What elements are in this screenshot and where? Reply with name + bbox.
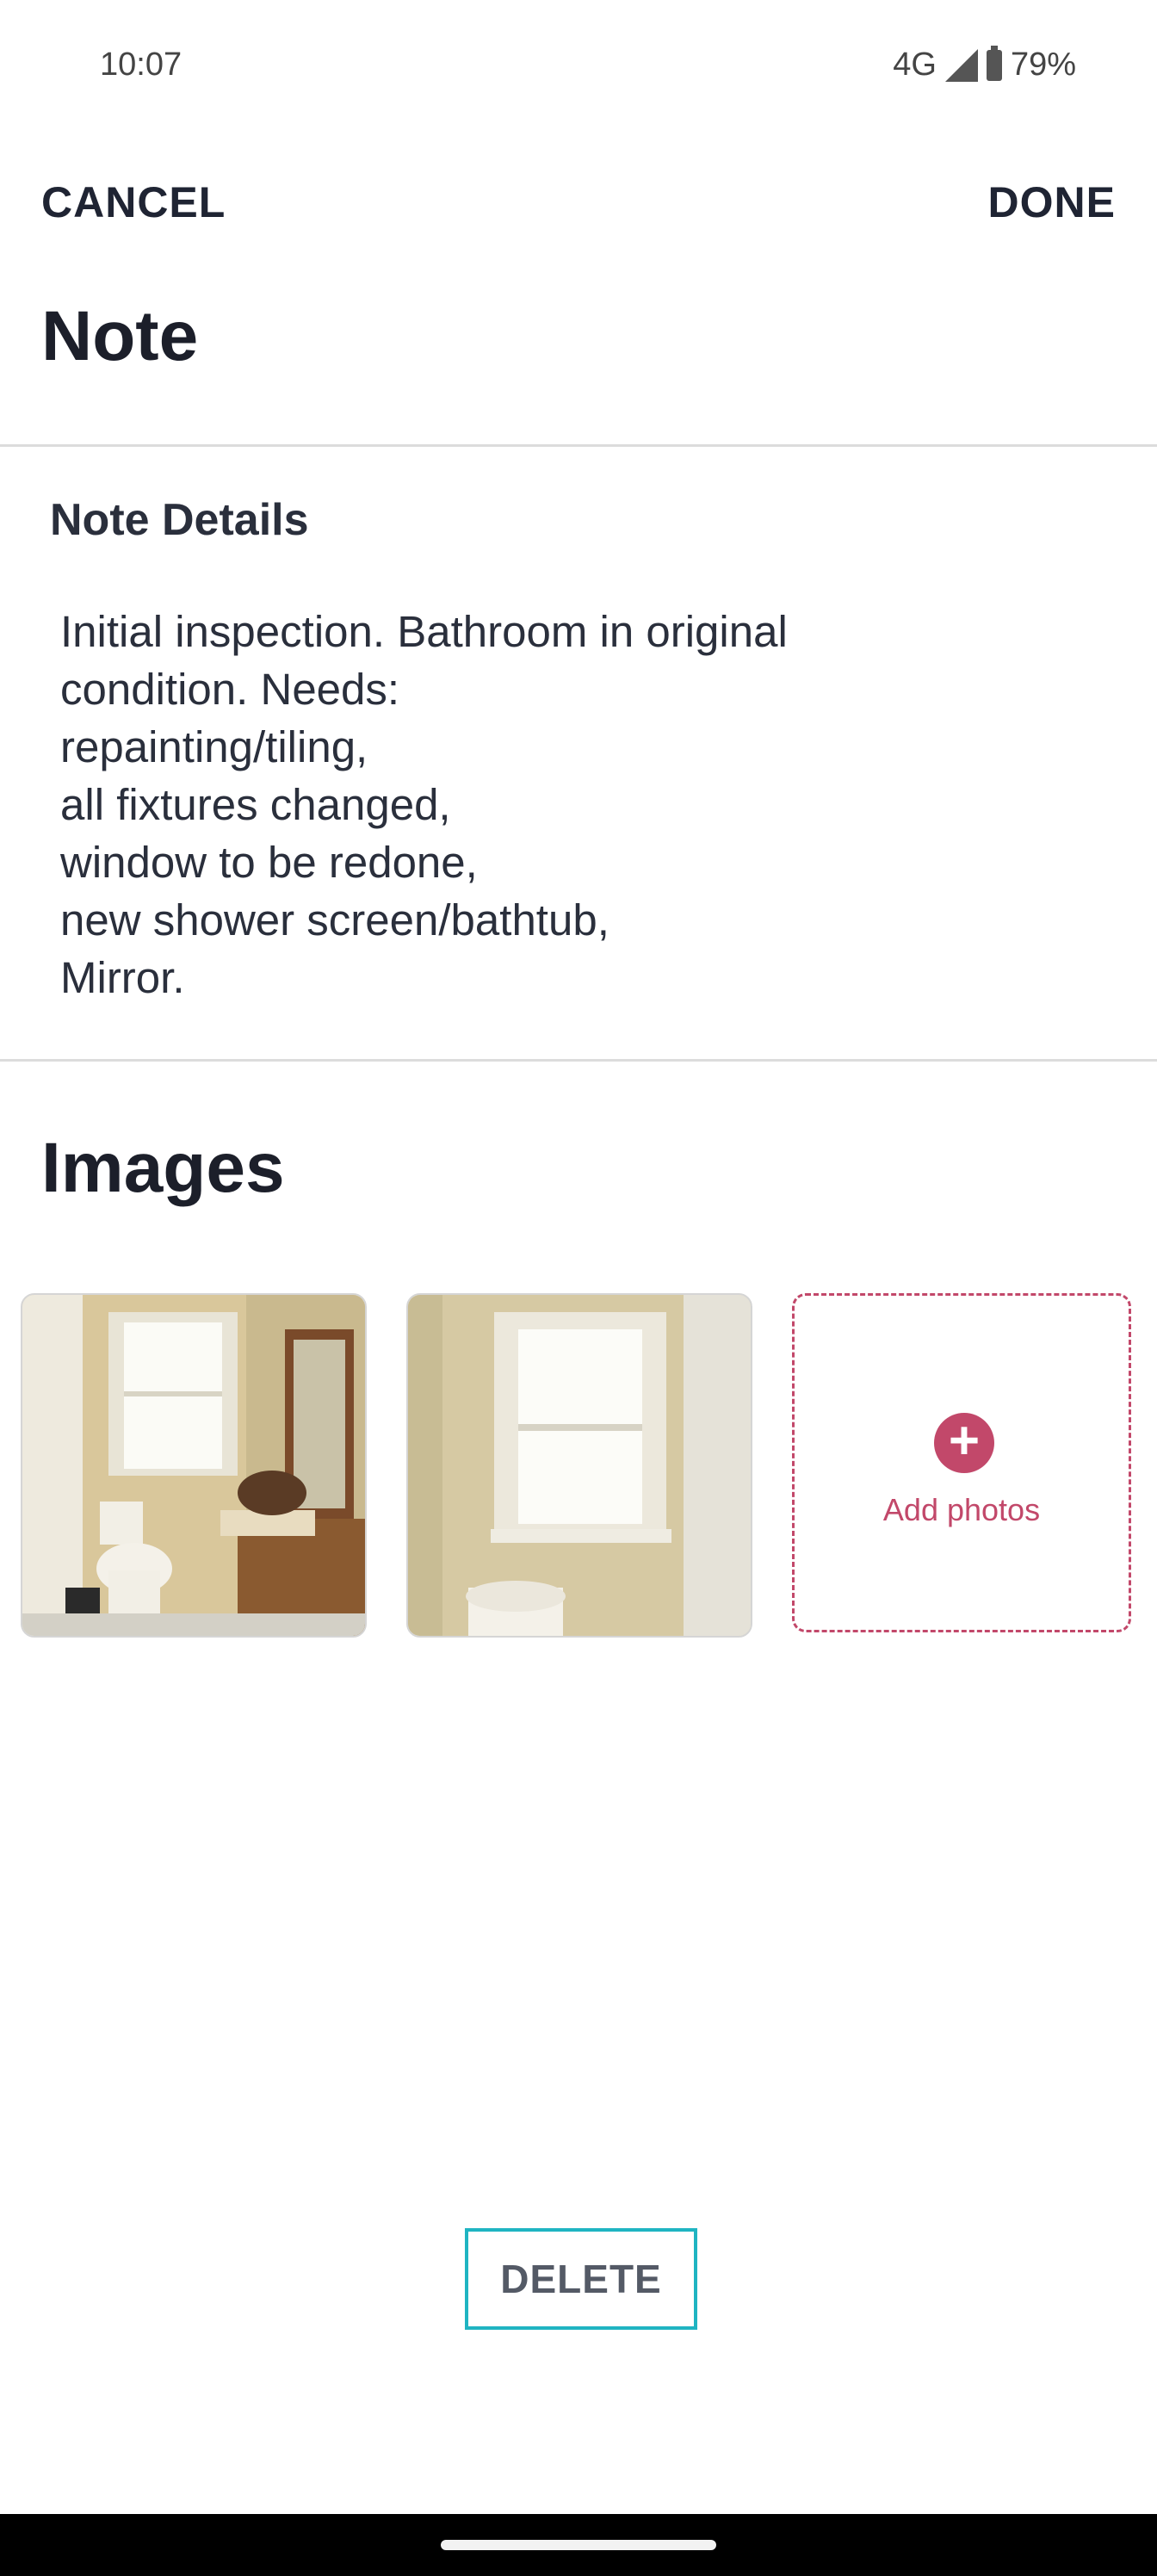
status-time: 10:07 xyxy=(100,46,183,83)
home-handle[interactable] xyxy=(441,2540,716,2550)
signal-icon xyxy=(944,48,978,82)
add-photos-label: Add photos xyxy=(882,1492,1041,1527)
status-bar: 10:07 4G 79% xyxy=(0,0,1157,129)
bathroom-photo-image xyxy=(22,1295,365,1636)
bathroom-window-photo-thumbnail[interactable] xyxy=(406,1293,752,1638)
images-title: Images xyxy=(41,1129,285,1207)
battery-icon xyxy=(986,45,1002,81)
done-button[interactable]: DONE xyxy=(988,177,1116,227)
divider xyxy=(0,444,1157,447)
note-details-text[interactable]: Initial inspection. Bathroom in original… xyxy=(60,603,1102,1006)
plus-icon: + xyxy=(934,1413,994,1473)
battery-percent: 79% xyxy=(1010,46,1076,83)
network-type: 4G xyxy=(893,46,937,83)
page-title: Note xyxy=(41,297,199,375)
cancel-button[interactable]: CANCEL xyxy=(41,177,226,227)
bathroom-window-photo-image xyxy=(408,1295,751,1636)
note-details-label: Note Details xyxy=(50,495,309,545)
add-photos-button[interactable]: + Add photos xyxy=(792,1293,1131,1632)
bathroom-photo-thumbnail[interactable] xyxy=(21,1293,367,1638)
status-indicators: 4G 79% xyxy=(893,45,1076,84)
divider xyxy=(0,1059,1157,1062)
delete-button[interactable]: DELETE xyxy=(465,2228,697,2330)
